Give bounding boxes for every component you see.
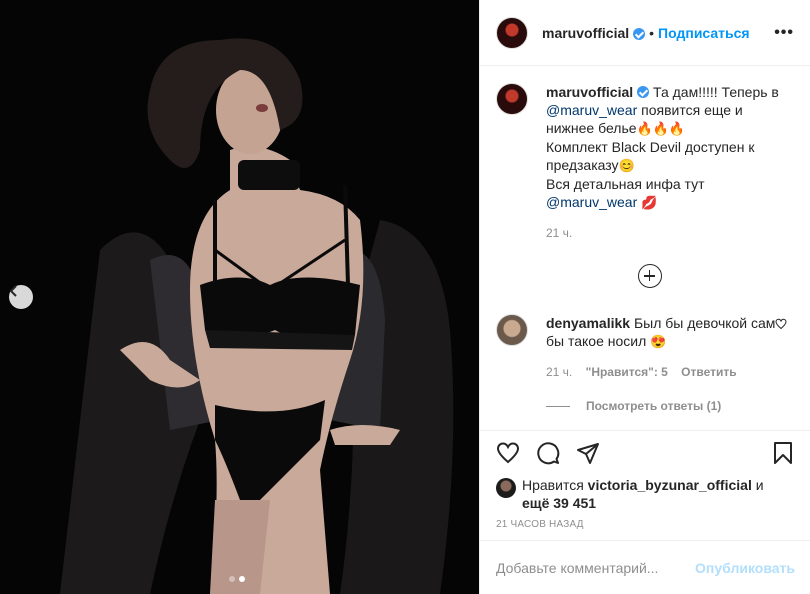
comment-likes[interactable]: "Нравится": 5 [586, 365, 668, 379]
plus-circle-icon[interactable] [637, 264, 662, 288]
divider [546, 405, 570, 407]
caption-username[interactable]: maruvofficial [546, 84, 633, 100]
comment-icon[interactable] [536, 441, 560, 465]
likes-text: Нравится victoria_byzunar_official и ещё… [522, 476, 764, 512]
post-media[interactable] [0, 0, 479, 594]
previous-photo-button[interactable] [9, 285, 33, 309]
avatar[interactable] [496, 16, 528, 49]
caption-text: maruvofficial Та дам!!!!! Теперь в @maru… [546, 83, 786, 212]
caption-text-part: Комплект Black Devil доступен к предзака… [546, 139, 755, 173]
add-comment-bar: Опубликовать [480, 540, 810, 594]
liker-avatar[interactable] [496, 478, 516, 498]
comment-username[interactable]: denyamalikk [546, 315, 630, 331]
caption-meta: 21 ч. [546, 226, 795, 240]
likes-prefix: Нравится [522, 477, 588, 493]
liker-username[interactable]: victoria_byzunar_official [588, 477, 752, 493]
caption-text-part: Та дам!!!!! Теперь в [649, 84, 779, 100]
publish-button[interactable]: Опубликовать [695, 560, 795, 576]
view-replies-label: Посмотреть ответы (1) [586, 399, 722, 413]
comments-section[interactable]: maruvofficial Та дам!!!!! Теперь в @maru… [480, 67, 810, 429]
avatar[interactable] [496, 314, 528, 346]
post-actions [480, 430, 810, 474]
smile-emoji: 😊 [618, 158, 635, 173]
comment-text: denyamalikk Был бы девочкой сам бы такое… [546, 314, 786, 351]
likes-count[interactable]: ещё 39 451 [522, 495, 596, 511]
verified-icon [633, 27, 646, 40]
mention-link[interactable]: @maruv_wear [546, 194, 637, 210]
comment-time[interactable]: 21 ч. [546, 365, 572, 379]
bookmark-icon[interactable] [771, 441, 795, 465]
view-replies-button[interactable]: Посмотреть ответы (1) [546, 399, 795, 413]
fire-emoji: 🔥🔥🔥 [636, 121, 686, 136]
comment-input[interactable] [496, 559, 696, 576]
separator-bullet: • [649, 24, 655, 41]
likes-middle: и [751, 477, 764, 493]
caption-text-part: Вся детальная инфа тут [546, 176, 705, 192]
kiss-emoji: 💋 [641, 195, 658, 210]
mention-link[interactable]: @maruv_wear [546, 102, 637, 118]
likes-summary: Нравится victoria_byzunar_official и ещё… [496, 476, 796, 512]
heart-icon[interactable] [496, 441, 520, 465]
caption: maruvofficial Та дам!!!!! Теперь в @maru… [496, 83, 795, 212]
verified-icon [637, 86, 650, 98]
share-icon[interactable] [576, 441, 600, 465]
chevron-left-icon [9, 285, 17, 297]
comment-meta: 21 ч. "Нравится": 5 Ответить [546, 365, 795, 379]
post-timestamp[interactable]: 21 ЧАСОВ НАЗАД [496, 519, 584, 530]
reply-button[interactable]: Ответить [681, 365, 736, 379]
follow-button[interactable]: Подписаться [658, 25, 750, 41]
heart-eyes-emoji: 😍 [650, 334, 667, 349]
caption-time[interactable]: 21 ч. [546, 226, 572, 240]
photo [60, 38, 454, 594]
post-sidebar: maruvofficial • Подписаться ••• maruvoff… [479, 0, 810, 594]
post-header: maruvofficial • Подписаться ••• [480, 0, 810, 66]
avatar[interactable] [496, 83, 528, 115]
heart-icon[interactable] [775, 318, 787, 330]
carousel-dot [229, 576, 235, 582]
carousel-indicator [229, 576, 245, 582]
comment: denyamalikk Был бы девочкой сам бы такое… [496, 314, 795, 351]
author-username[interactable]: maruvofficial [542, 25, 629, 41]
more-icon[interactable]: ••• [774, 24, 794, 42]
carousel-dot-active [239, 576, 245, 582]
